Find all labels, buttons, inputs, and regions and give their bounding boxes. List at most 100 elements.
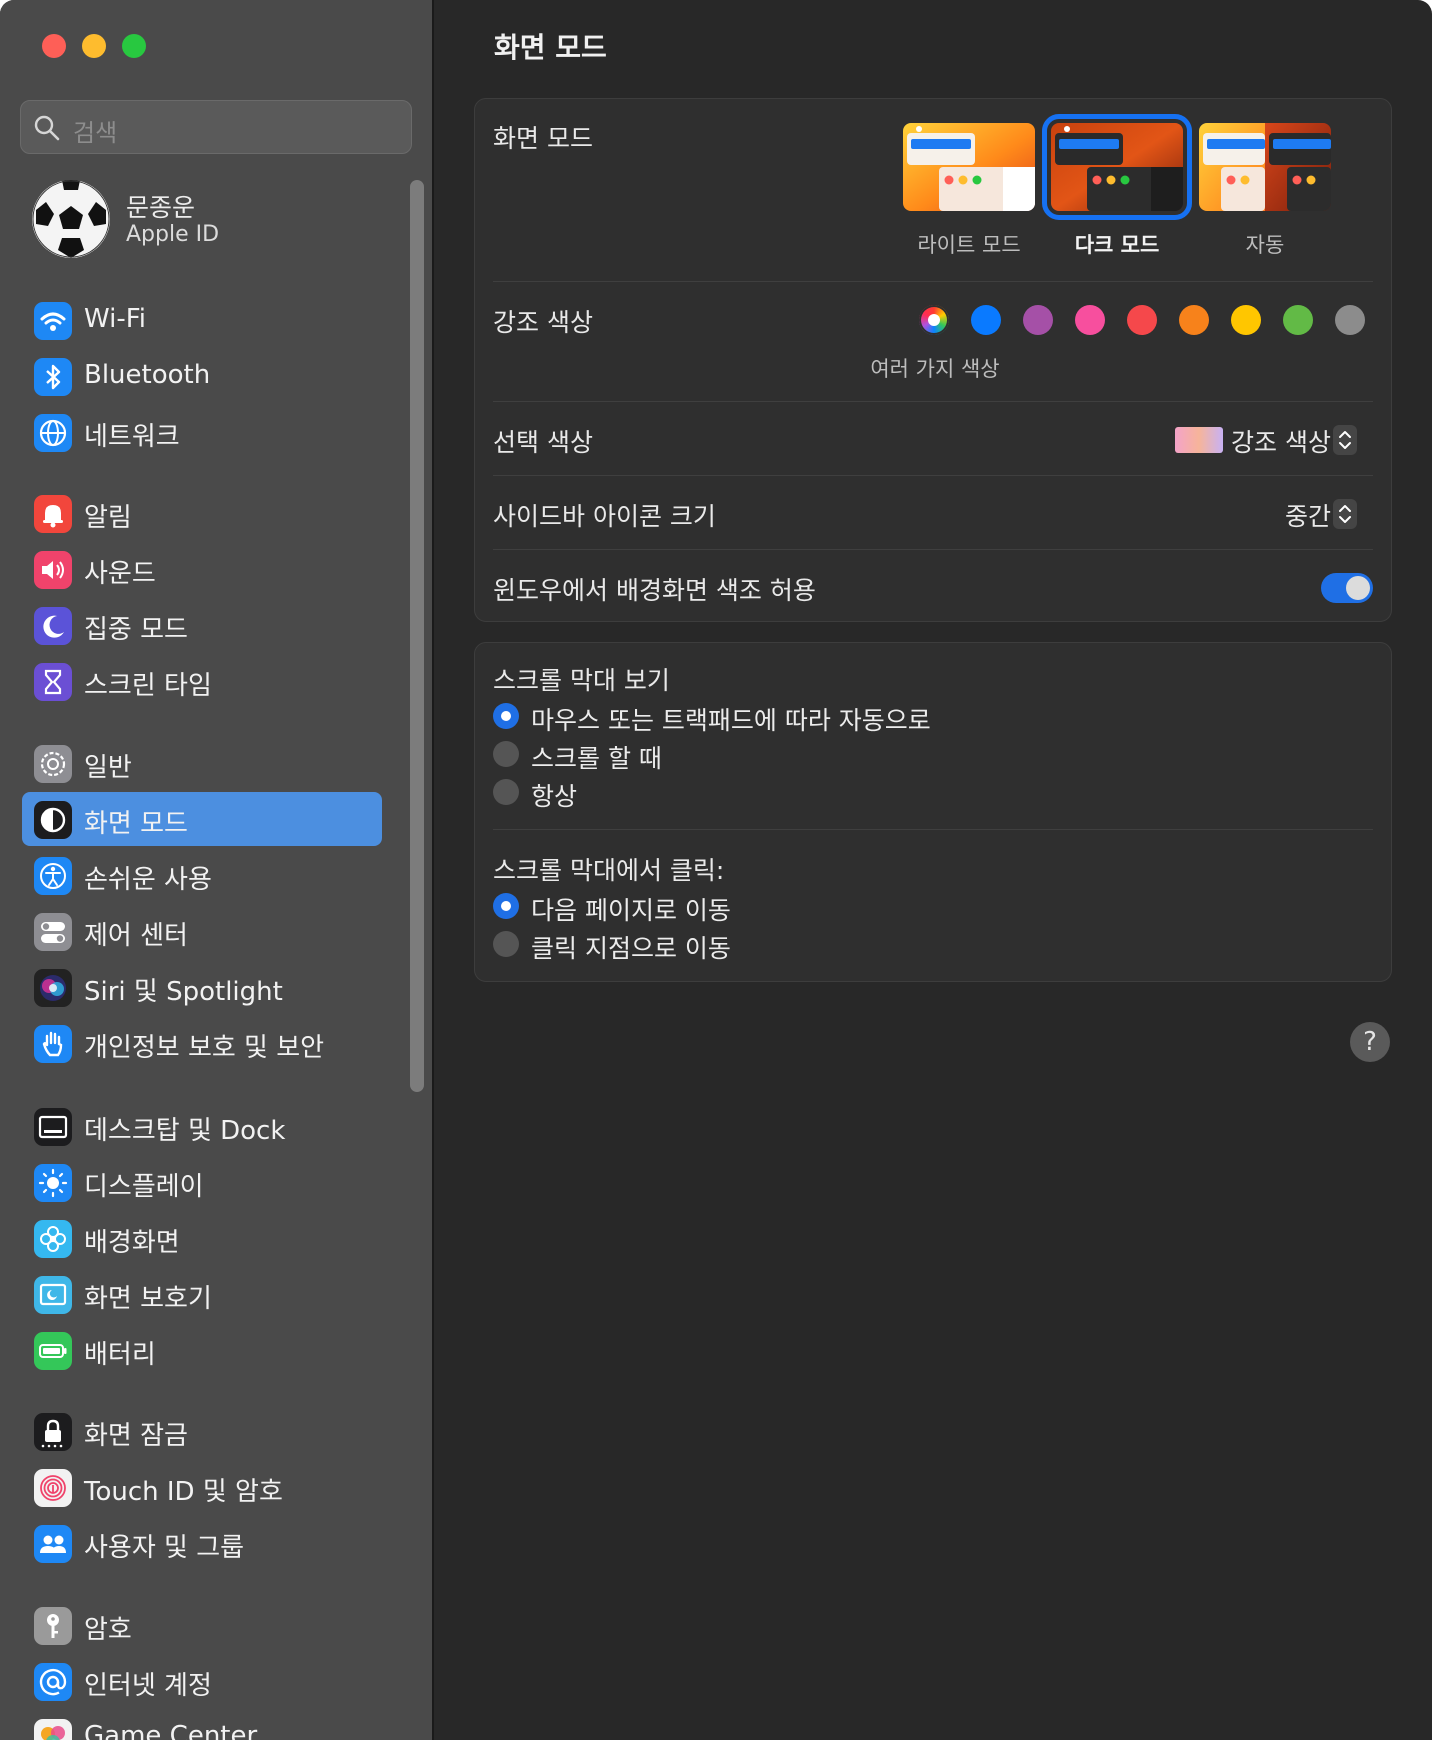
accent-swatch-red[interactable] (1127, 305, 1157, 335)
accent-swatch-multicolor[interactable] (919, 305, 949, 335)
highlight-color-label: 선택 색상 (493, 428, 593, 457)
sidebar-item-bluetooth[interactable]: Bluetooth (22, 349, 382, 403)
search-field[interactable]: 검색 (20, 100, 412, 154)
sidebar-item-label: 인터넷 계정 (84, 1671, 212, 1701)
radio-button[interactable] (493, 779, 519, 805)
appearance-option-light[interactable]: 라이트 모드 (903, 123, 1035, 259)
accent-swatch-pink[interactable] (1075, 305, 1105, 335)
sidebar-item-wifi[interactable]: Wi-Fi (22, 293, 382, 347)
sidebar-icon-size-value[interactable]: 중간 (1285, 497, 1331, 533)
appearance-label: 화면 모드 (493, 124, 593, 153)
bell-icon (34, 495, 72, 533)
radio-label: 마우스 또는 트랙패드에 따라 자동으로 (531, 706, 931, 735)
search-icon (34, 115, 60, 141)
radio-button[interactable] (493, 931, 519, 957)
sidebar-item-label: Siri 및 Spotlight (84, 977, 283, 1007)
sidebar-item-notifications[interactable]: 알림 (22, 486, 382, 540)
wallpaper-tinting-toggle[interactable] (1321, 573, 1373, 603)
divider (493, 281, 1373, 282)
sidebar-item-internet-accounts[interactable]: 인터넷 계정 (22, 1654, 382, 1708)
sidebar-item-label: 디스플레이 (84, 1172, 204, 1202)
sidebar-item-sound[interactable]: 사운드 (22, 542, 382, 596)
apple-id-profile[interactable]: 문종운 Apple ID (32, 180, 392, 258)
radio-label: 항상 (531, 782, 578, 811)
sidebar-item-accessibility[interactable]: 손쉬운 사용 (22, 848, 382, 902)
accent-swatch-blue[interactable] (971, 305, 1001, 335)
highlight-color-value[interactable]: 강조 색상 (1231, 423, 1331, 459)
battery-icon (34, 1332, 72, 1370)
sidebar-item-desktop-dock[interactable]: 데스크탑 및 Dock (22, 1099, 382, 1153)
accent-swatch-orange[interactable] (1179, 305, 1209, 335)
accessibility-icon (34, 857, 72, 895)
sidebar-item-label: 암호 (84, 1615, 132, 1645)
sidebar-item-passwords[interactable]: 암호 (22, 1598, 382, 1652)
zoom-button[interactable] (122, 34, 146, 58)
light-mode-thumbnail (903, 123, 1035, 211)
highlight-color-preview (1175, 427, 1223, 453)
accent-swatch-yellow[interactable] (1231, 305, 1261, 335)
appearance-option-dark[interactable]: 다크 모드 (1042, 114, 1192, 259)
sidebar-item-label: Bluetooth (84, 360, 211, 390)
sidebar-scrollbar[interactable] (410, 180, 424, 1092)
sidebar-item-label: 사용자 및 그룹 (84, 1533, 245, 1563)
sidebar-item-game-center[interactable]: Game Center (22, 1710, 382, 1740)
radio-button[interactable] (493, 741, 519, 767)
sidebar-item-battery[interactable]: 배터리 (22, 1323, 382, 1377)
help-button[interactable]: ? (1350, 1022, 1390, 1062)
radio-label: 클릭 지점으로 이동 (531, 934, 731, 963)
sidebar-item-privacy[interactable]: 개인정보 보호 및 보안 (22, 1016, 382, 1070)
accent-color-label: 강조 색상 (493, 308, 593, 337)
appearance-option-auto[interactable]: 자동 (1199, 123, 1331, 259)
sidebar-icon-size-stepper[interactable] (1333, 499, 1357, 529)
sidebar-item-displays[interactable]: 디스플레이 (22, 1155, 382, 1209)
appearance-card: 화면 모드 라이트 모드 다크 모드 자동 강조 색상 여러 가지 색상 선택 … (474, 98, 1392, 622)
search-placeholder: 검색 (73, 119, 118, 147)
sidebar-item-label: 일반 (84, 753, 132, 783)
sidebar-item-label: 화면 모드 (84, 809, 188, 839)
sidebar-item-label: 손쉬운 사용 (84, 865, 212, 895)
radio-button[interactable] (493, 893, 519, 919)
divider (493, 475, 1373, 476)
sidebar-item-wallpaper[interactable]: 배경화면 (22, 1211, 382, 1265)
show-scrollbars-label: 스크롤 막대 보기 (493, 666, 670, 695)
sidebar-item-label: 개인정보 보호 및 보안 (84, 1033, 325, 1063)
sidebar-item-control-center[interactable]: 제어 센터 (22, 904, 382, 958)
wifi-icon (34, 302, 72, 340)
sidebar-item-label: 화면 보호기 (84, 1284, 212, 1314)
lock-icon (34, 1413, 72, 1451)
dark-mode-caption: 다크 모드 (1074, 233, 1160, 257)
main-pane: 화면 모드 화면 모드 라이트 모드 다크 모드 자동 강조 색상 여러 가지 … (434, 0, 1432, 1740)
dock-icon (34, 1108, 72, 1146)
close-button[interactable] (42, 34, 66, 58)
profile-subtitle: Apple ID (126, 222, 220, 247)
sidebar-item-siri-spotlight[interactable]: Siri 및 Spotlight (22, 960, 382, 1014)
minimize-button[interactable] (82, 34, 106, 58)
toggles-icon (34, 913, 72, 951)
sidebar-item-touch-id[interactable]: Touch ID 및 암호 (22, 1460, 382, 1514)
accent-swatch-green[interactable] (1283, 305, 1313, 335)
sidebar-item-focus[interactable]: 집중 모드 (22, 598, 382, 652)
sidebar-item-label: 화면 잠금 (84, 1421, 188, 1451)
accent-caption: 여러 가지 색상 (870, 357, 1000, 381)
at-icon (34, 1663, 72, 1701)
sidebar-item-users-groups[interactable]: 사용자 및 그룹 (22, 1516, 382, 1570)
radio-button[interactable] (493, 703, 519, 729)
auto-mode-thumbnail (1199, 123, 1331, 211)
dark-mode-thumbnail (1042, 114, 1192, 220)
radio-label: 다음 페이지로 이동 (531, 896, 731, 925)
key-icon (34, 1607, 72, 1645)
sidebar-item-screen-time[interactable]: 스크린 타임 (22, 654, 382, 708)
scrollbar-card: 스크롤 막대 보기 마우스 또는 트랙패드에 따라 자동으로 스크롤 할 때 항… (474, 642, 1392, 982)
sidebar-item-appearance[interactable]: 화면 모드 (22, 792, 382, 846)
sidebar-item-label: Game Center (84, 1721, 258, 1740)
sidebar-item-general[interactable]: 일반 (22, 736, 382, 790)
accent-swatch-purple[interactable] (1023, 305, 1053, 335)
sidebar-item-screensaver[interactable]: 화면 보호기 (22, 1267, 382, 1321)
toggle-knob (1346, 576, 1370, 600)
accent-swatch-graphite[interactable] (1335, 305, 1365, 335)
sidebar-item-label: 알림 (84, 503, 132, 533)
sidebar-item-lock-screen[interactable]: 화면 잠금 (22, 1404, 382, 1458)
globe-icon (34, 414, 72, 452)
highlight-color-stepper[interactable] (1333, 425, 1357, 455)
sidebar-item-network[interactable]: 네트워크 (22, 405, 382, 459)
